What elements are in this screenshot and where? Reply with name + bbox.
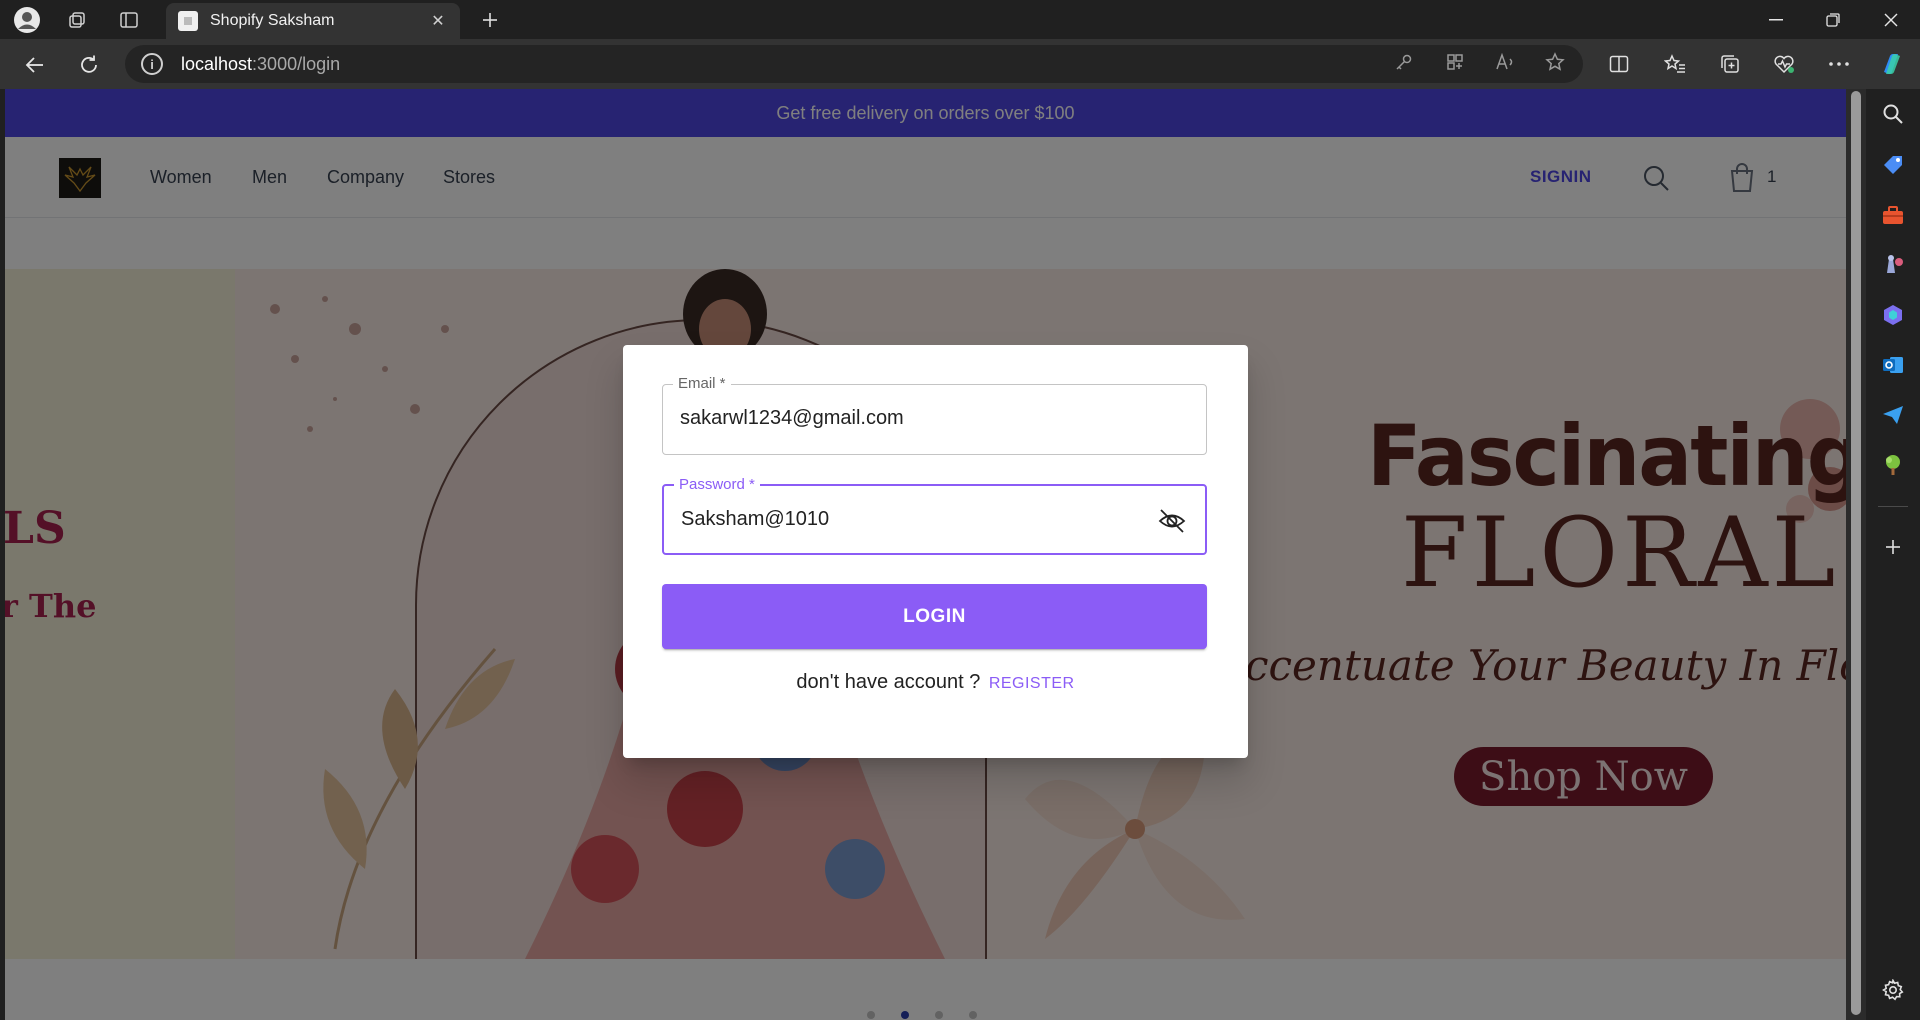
read-aloud-icon[interactable] (1490, 47, 1520, 77)
scrollbar-thumb[interactable] (1851, 91, 1861, 1015)
login-button[interactable]: LOGIN (662, 584, 1207, 649)
sidebar-search-icon[interactable] (1878, 99, 1908, 129)
tab-title: Shopify Saksham (210, 12, 335, 29)
page-viewport: Get free delivery on orders over $100 Wo… (5, 89, 1846, 1020)
close-window-icon[interactable] (1862, 0, 1920, 39)
games-icon[interactable] (1878, 250, 1908, 280)
vertical-tabs-icon[interactable] (113, 4, 145, 36)
minimize-icon[interactable] (1747, 0, 1805, 39)
sidebar-divider (1878, 506, 1908, 507)
restore-icon[interactable] (1804, 0, 1862, 39)
tree-icon[interactable] (1878, 450, 1908, 480)
browser-essentials-icon[interactable] (1767, 47, 1801, 81)
copilot-sidebar-icon[interactable] (1878, 300, 1908, 330)
sidebar-settings-gear-icon[interactable] (1878, 975, 1908, 1005)
more-menu-icon[interactable] (1822, 47, 1856, 81)
refresh-icon[interactable] (72, 48, 106, 82)
password-key-icon[interactable] (1389, 47, 1419, 77)
edge-sidebar (1866, 89, 1920, 1020)
new-tab-icon[interactable] (474, 4, 506, 36)
copilot-icon[interactable] (1875, 47, 1909, 81)
outlook-icon[interactable] (1878, 350, 1908, 380)
page-favicon-icon (178, 11, 198, 31)
url-text: localhost:3000/login (181, 53, 341, 74)
shopping-tag-icon[interactable] (1878, 150, 1908, 180)
register-link[interactable]: REGISTER (989, 675, 1075, 692)
tools-icon[interactable] (1878, 200, 1908, 230)
apps-install-icon[interactable] (1440, 47, 1470, 77)
favorites-icon[interactable] (1658, 47, 1692, 81)
split-screen-icon[interactable] (1602, 47, 1636, 81)
email-label: Email * (673, 375, 731, 392)
register-row: don't have account ? REGISTER (623, 671, 1248, 694)
password-field[interactable]: Password * Saksham@1010 (662, 476, 1207, 555)
email-input[interactable]: sakarwl1234@gmail.com (680, 407, 904, 430)
visibility-off-icon[interactable] (1157, 506, 1187, 536)
collections-icon[interactable] (1713, 47, 1747, 81)
browser-tabbar: Shopify Saksham ✕ (0, 0, 1920, 39)
login-dialog: Email * sakarwl1234@gmail.com Password *… (623, 345, 1248, 758)
workspaces-icon[interactable] (61, 4, 93, 36)
address-bar[interactable]: i localhost:3000/login (125, 45, 1583, 83)
profile-icon[interactable] (11, 4, 43, 36)
favorite-star-icon[interactable] (1540, 47, 1570, 77)
back-icon[interactable] (18, 48, 52, 82)
browser-tab-active[interactable]: Shopify Saksham ✕ (166, 3, 460, 39)
password-label: Password * (674, 476, 760, 493)
page-scrollbar[interactable] (1846, 89, 1866, 1020)
browser-toolbar: i localhost:3000/login (0, 39, 1920, 89)
register-prompt: don't have account ? (796, 671, 981, 693)
add-sidebar-app-icon[interactable] (1878, 532, 1908, 562)
email-field[interactable]: Email * sakarwl1234@gmail.com (662, 375, 1207, 455)
password-input[interactable]: Saksham@1010 (681, 508, 829, 531)
send-icon[interactable] (1878, 400, 1908, 430)
tab-close-icon[interactable]: ✕ (428, 11, 448, 31)
site-info-icon[interactable]: i (141, 53, 163, 75)
